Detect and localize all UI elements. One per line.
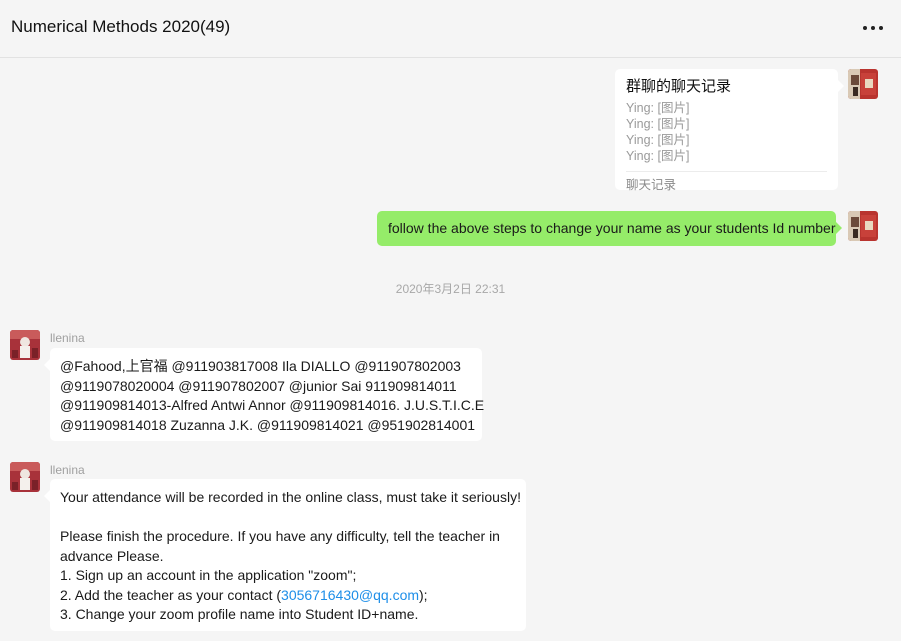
bubble-tail xyxy=(836,222,842,234)
chat-record-divider xyxy=(626,171,827,172)
message-line: @911909814013-Alfred Antwi Annor @911909… xyxy=(60,397,485,413)
chat-record-line: Ying: [图片] xyxy=(626,117,690,131)
message-line: 2. Add the teacher as your contact (3056… xyxy=(60,586,516,606)
message-bubble[interactable]: Your attendance will be recorded in the … xyxy=(50,479,526,631)
email-link[interactable]: 3056716430@qq.com xyxy=(281,587,419,603)
bubble-tail xyxy=(44,359,50,371)
chat-record-line: Ying: [图片] xyxy=(626,149,690,163)
sender-name: llenina xyxy=(50,331,85,345)
sender-avatar[interactable] xyxy=(10,330,40,360)
message-line: Please finish the procedure. If you have… xyxy=(60,528,500,544)
self-avatar[interactable] xyxy=(848,69,878,99)
chat-title: Numerical Methods 2020(49) xyxy=(11,17,231,36)
message-line: advance Please. xyxy=(60,547,164,564)
chat-record-line: Ying: [图片] xyxy=(626,101,690,115)
self-avatar[interactable] xyxy=(848,211,878,241)
message-line: @Fahood,上官福 @911903817008 Ila DIALLO @91… xyxy=(60,358,461,374)
chat-header: Numerical Methods 2020(49) xyxy=(0,0,901,58)
sender-name: llenina xyxy=(50,463,85,477)
message-line: @911909814018 Zuzanna J.K. @911909814021… xyxy=(60,416,476,433)
chat-record-title: 群聊的聊天记录 xyxy=(626,78,732,95)
bubble-tail xyxy=(838,80,844,92)
self-message-text: follow the above steps to change your na… xyxy=(388,220,836,236)
message-text: ); xyxy=(419,586,428,603)
message-bubble[interactable]: @Fahood,上官福 @911903817008 Ila DIALLO @91… xyxy=(50,348,485,441)
chat-record-line: Ying: [图片] xyxy=(626,133,690,147)
message-line: Your attendance will be recorded in the … xyxy=(60,489,521,505)
message-line: @9119078020004 @911907802007 @junior Sai… xyxy=(60,377,457,394)
more-icon[interactable] xyxy=(863,26,883,32)
chat-record-footer: 聊天记录 xyxy=(626,178,677,192)
bubble-tail xyxy=(44,490,50,502)
message-line: 3. Change your zoom profile name into St… xyxy=(60,606,419,622)
chat-timestamp: 2020年3月2日 22:31 xyxy=(395,282,506,296)
self-message-bubble[interactable]: follow the above steps to change your na… xyxy=(377,211,836,246)
chat-record-card[interactable]: 群聊的聊天记录 Ying: [图片] Ying: [图片] Ying: [图片]… xyxy=(615,69,838,192)
message-line: 1. Sign up an account in the application… xyxy=(60,567,357,583)
message-text: 2. Add the teacher as your contact ( xyxy=(60,586,282,603)
sender-avatar[interactable] xyxy=(10,462,40,492)
